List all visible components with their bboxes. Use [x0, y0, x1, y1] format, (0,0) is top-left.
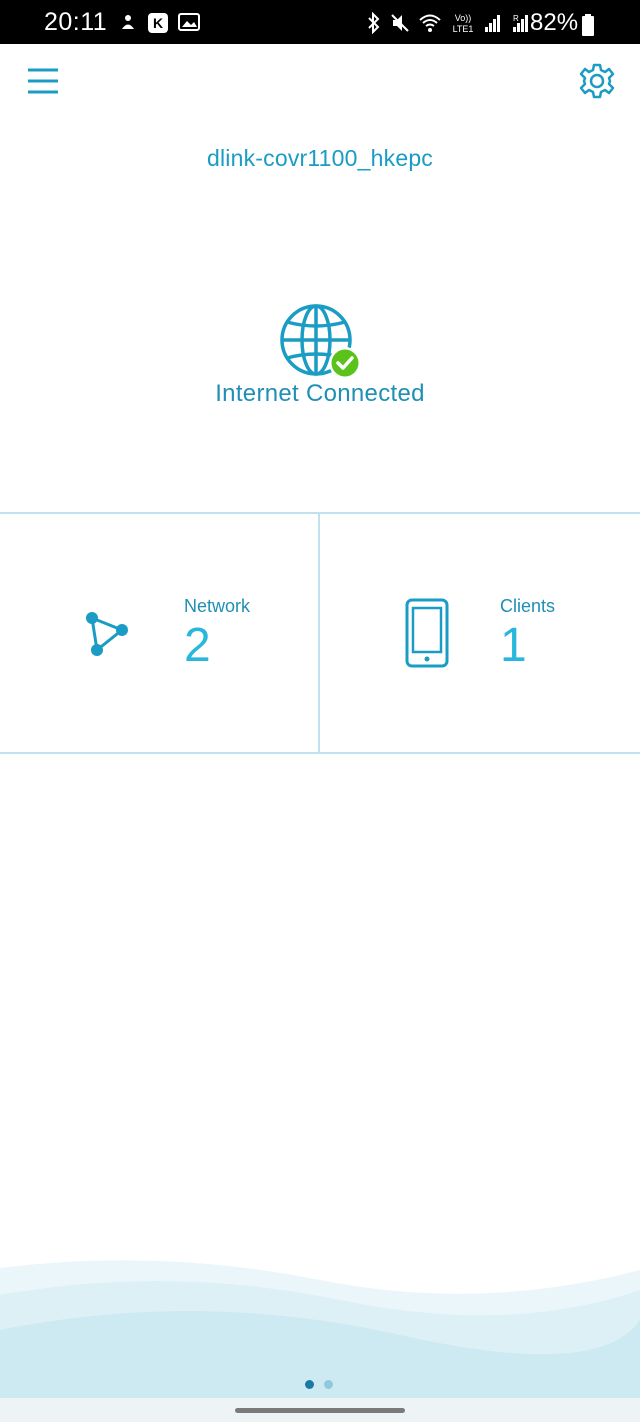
network-count: 2 [184, 619, 211, 672]
internet-status-label: Internet Connected [215, 380, 425, 407]
mute-icon [390, 12, 410, 34]
wifi-icon [418, 13, 442, 33]
signal-icon [484, 13, 502, 33]
svg-text:LTE1: LTE1 [453, 24, 474, 34]
internet-status-icon[interactable] [278, 302, 364, 382]
gallery-icon [178, 12, 200, 34]
status-right-icons: Vo)) LTE1 R [366, 12, 530, 34]
network-name: dlink-covr1100_hkepc [206, 145, 434, 171]
battery-percent: 82% [530, 9, 579, 36]
volte-icon: Vo)) LTE1 [450, 12, 476, 34]
status-left-icons: K [118, 12, 200, 34]
page-indicator[interactable] [305, 1380, 333, 1389]
navigation-bar [0, 1398, 640, 1422]
roaming-signal-icon: R [510, 13, 530, 33]
battery-icon [582, 14, 594, 36]
svg-text:R: R [513, 14, 519, 23]
home-gesture-handle[interactable] [235, 1408, 405, 1413]
page-dot-1[interactable] [305, 1380, 314, 1389]
clients-count: 1 [500, 619, 527, 672]
svg-text:K: K [153, 15, 163, 31]
page-dot-2[interactable] [324, 1380, 333, 1389]
phone-icon [405, 598, 449, 668]
bluetooth-icon [366, 12, 382, 34]
hamburger-menu-icon[interactable] [24, 64, 64, 98]
svg-text:Vo)): Vo)) [455, 13, 472, 23]
network-tile[interactable]: Network 2 [0, 514, 319, 752]
gear-icon[interactable] [578, 62, 616, 100]
check-icon [329, 347, 361, 379]
clients-label: Clients [500, 596, 556, 616]
decorative-waves [0, 1250, 640, 1400]
status-bar: 20:11 K Vo)) LTE1 R 82% [0, 0, 640, 44]
k-app-icon: K [147, 12, 169, 34]
network-label: Network [184, 596, 251, 616]
mesh-network-icon [80, 610, 134, 660]
clients-tile[interactable]: Clients 1 [321, 514, 640, 752]
status-time: 20:11 [44, 8, 108, 36]
notification-icon [118, 12, 138, 34]
divider-bottom [0, 752, 640, 754]
